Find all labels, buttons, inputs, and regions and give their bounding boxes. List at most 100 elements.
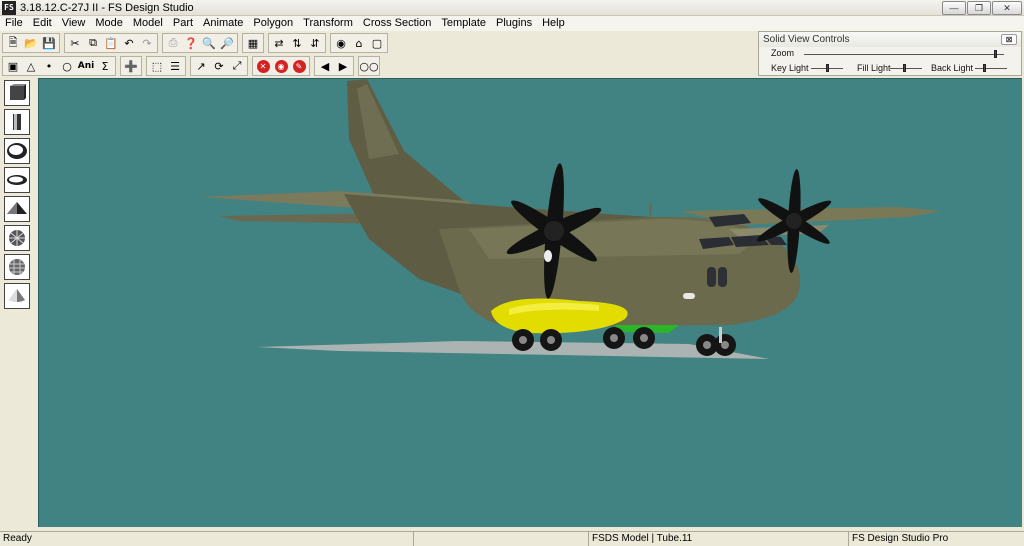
3d-viewport[interactable] (38, 78, 1022, 527)
draw-toolbar-group: ▣ △ • ○ Ani Σ (2, 56, 116, 76)
close-icon[interactable]: ✕ (992, 1, 1022, 15)
zoom-in-icon[interactable]: 🔍 (201, 35, 218, 52)
status-bar: Ready FSDS Model | Tube.11 FS Design Stu… (0, 531, 1024, 546)
back-light-label: Back Light (931, 63, 974, 73)
menu-animate[interactable]: Animate (198, 16, 248, 31)
menu-help[interactable]: Help (537, 16, 570, 31)
previous-icon[interactable]: ◀ (317, 58, 334, 75)
key-light-label: Key Light (771, 63, 809, 73)
binoculars-icon[interactable]: ○○ (359, 58, 378, 75)
marquee-select-icon[interactable]: ⬚ (149, 58, 166, 75)
open-folder-icon[interactable]: 📂 (23, 35, 40, 52)
move-icon[interactable]: ↗ (193, 58, 210, 75)
next-icon[interactable]: ▶ (335, 58, 352, 75)
copy-icon[interactable]: ⧉ (85, 35, 102, 52)
menu-template[interactable]: Template (436, 16, 491, 31)
cylinder-icon[interactable] (4, 109, 30, 135)
home-view-icon[interactable]: ⌂ (351, 35, 368, 52)
flip-x-icon[interactable]: ⇄ (271, 35, 288, 52)
menu-edit[interactable]: Edit (28, 16, 57, 31)
primitive-palette (2, 80, 32, 320)
file-toolbar-group: 🗎 📂 💾 (2, 33, 60, 53)
cube-icon[interactable] (4, 80, 30, 106)
point-icon[interactable]: • (41, 58, 58, 75)
geosphere-icon[interactable] (4, 225, 30, 251)
wireframe-icon[interactable]: ▢ (369, 35, 386, 52)
sigma-button[interactable]: Σ (97, 58, 114, 75)
key-slider-thumb[interactable] (826, 64, 830, 72)
circle-icon[interactable]: ○ (59, 58, 76, 75)
menu-mode[interactable]: Mode (90, 16, 128, 31)
status-product: FS Design Studio Pro (852, 533, 949, 544)
fill-slider-thumb[interactable] (902, 64, 906, 72)
fill-light-slider[interactable] (890, 64, 922, 72)
undo-icon[interactable]: ↶ (121, 35, 138, 52)
cone-icon[interactable] (4, 283, 30, 309)
pyramid-icon[interactable] (4, 196, 30, 222)
app-icon[interactable]: FS (2, 0, 16, 15)
window-controls: — ❐ ✕ (942, 1, 1022, 15)
delete-polygon-icon[interactable]: ✎ (291, 58, 308, 75)
key-light-slider[interactable] (811, 64, 843, 72)
menu-file[interactable]: File (0, 16, 28, 31)
scale-icon[interactable]: ⤢ (229, 58, 246, 75)
menu-model[interactable]: Model (128, 16, 168, 31)
back-slider-thumb[interactable] (983, 64, 987, 72)
rotate-icon[interactable]: ⟳ (211, 58, 228, 75)
dome-sphere-icon[interactable] (4, 254, 30, 280)
binocular-toolbar-group: ○○ (358, 56, 380, 76)
line-select-icon[interactable]: ☰ (167, 58, 184, 75)
redo-icon[interactable]: ↷ (139, 35, 156, 52)
paste-icon[interactable]: 📋 (103, 35, 120, 52)
status-blank (414, 532, 589, 546)
navigate-toolbar-group: ◀ ▶ (314, 56, 354, 76)
menu-polygon[interactable]: Polygon (248, 16, 298, 31)
animation-button[interactable]: Ani (77, 58, 96, 75)
aircraft-model-render (201, 79, 941, 359)
delete-toolbar-group: ✕ ◉ ✎ (252, 56, 310, 76)
flip-z-icon[interactable]: ⇵ (307, 35, 324, 52)
minimize-icon[interactable]: — (942, 1, 966, 15)
new-file-icon[interactable]: 🗎 (5, 35, 22, 52)
title-bar: FS 3.18.12.C-27J II - FS Design Studio —… (0, 0, 1024, 16)
delete-part-icon[interactable]: ◉ (273, 58, 290, 75)
restore-icon[interactable]: ❐ (967, 1, 991, 15)
grid-toolbar-group: ▦ (242, 33, 264, 53)
flip-toolbar-group: ⇄ ⇅ ⇵ (268, 33, 326, 53)
fill-light-label: Fill Light (857, 63, 891, 73)
flip-y-icon[interactable]: ⇅ (289, 35, 306, 52)
panel-title: Solid View Controls (759, 32, 1021, 47)
add-toolbar-group: ➕ (120, 56, 142, 76)
menu-transform[interactable]: Transform (298, 16, 358, 31)
ellipsoid-icon[interactable] (4, 167, 30, 193)
fuselage-light (683, 293, 695, 299)
add-icon[interactable]: ➕ (123, 58, 140, 75)
zoom-slider[interactable] (804, 50, 1004, 58)
triangle-icon[interactable]: △ (23, 58, 40, 75)
delete-icon[interactable]: ✕ (255, 58, 272, 75)
panel-close-icon[interactable]: ⊠ (1001, 34, 1017, 45)
menu-bar: File Edit View Mode Model Part Animate Polygon T… (0, 16, 1024, 31)
drawing-toolbar: ▣ △ • ○ Ani Σ ➕ ⬚ ☰ ↗ ⟳ ⤢ ✕ ◉ ✎ ◀ ▶ ○○ (2, 55, 384, 77)
select-box-icon[interactable]: ▣ (5, 58, 22, 75)
edit-toolbar-group: ✂ ⧉ 📋 ↶ ↷ (64, 33, 158, 53)
grid-icon[interactable]: ▦ (245, 35, 262, 52)
status-ready: Ready (0, 532, 414, 546)
back-light-slider[interactable] (975, 64, 1007, 72)
menu-view[interactable]: View (57, 16, 91, 31)
solid-view-controls-panel: Solid View Controls ⊠ Zoom Key Light Fil… (758, 31, 1022, 76)
save-icon[interactable]: 💾 (41, 35, 58, 52)
eye-icon[interactable]: ◉ (333, 35, 350, 52)
help-icon[interactable]: ❓ (183, 35, 200, 52)
zoom-out-icon[interactable]: 🔎 (219, 35, 236, 52)
cut-icon[interactable]: ✂ (67, 35, 84, 52)
print-icon[interactable]: ⎙ (165, 35, 182, 52)
zoom-slider-thumb[interactable] (994, 50, 998, 58)
status-model-info: FSDS Model | Tube.11 (589, 532, 849, 546)
display-toolbar-group: ◉ ⌂ ▢ (330, 33, 388, 53)
menu-plugins[interactable]: Plugins (491, 16, 537, 31)
window-title: 3.18.12.C-27J II - FS Design Studio (20, 1, 194, 14)
sphere-icon[interactable] (4, 138, 30, 164)
menu-part[interactable]: Part (168, 16, 198, 31)
menu-cross-section[interactable]: Cross Section (358, 16, 436, 31)
